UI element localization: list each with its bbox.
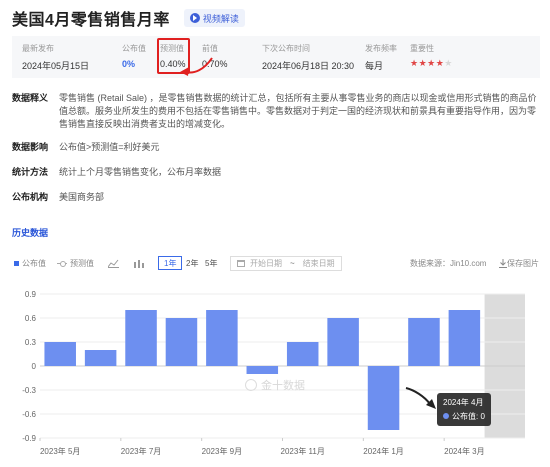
calendar-icon (237, 259, 245, 267)
legend-forecast[interactable]: 预测值 (57, 255, 94, 271)
chart-tooltip: 2024年 4月 公布值: 0 (437, 393, 491, 426)
end-date-field[interactable]: 结束日期 (303, 258, 335, 269)
legend-forecast-label: 预测值 (70, 258, 94, 268)
bar-chart-toggle[interactable] (132, 255, 145, 271)
section-label: 数据影响 (12, 142, 49, 152)
x-tick-label: 2023年 7月 (121, 446, 161, 456)
y-tick-label: 0.3 (25, 338, 37, 347)
video-label: 视频解读 (202, 13, 239, 24)
save-image-label: 保存图片 (507, 258, 539, 268)
retail-sales-chart: 0.9 0.6 0.3 0 -0.3 -0.6 -0.9 2023年 5月 2023年 7月 20… (22, 290, 525, 456)
legend-actual-label: 公布值 (22, 258, 46, 268)
history-data-link[interactable]: 历史数据 (12, 226, 48, 239)
tooltip-row: 公布值: 0 (443, 411, 485, 422)
info-value: 2024年06月18日 20:30 (262, 61, 355, 71)
watermark-logo-icon (245, 379, 257, 391)
bar[interactable] (448, 310, 481, 366)
info-label: 最新发布 (22, 44, 54, 53)
video-interpretation-button[interactable]: 视频解读 (183, 9, 245, 27)
y-tick-label: 0.9 (25, 290, 37, 299)
bar[interactable] (408, 318, 440, 366)
data-source-label: 数据来源：Jin10.com (410, 258, 487, 268)
range-5y-button[interactable]: 5年 (200, 256, 222, 270)
bar[interactable] (367, 366, 400, 430)
bar[interactable] (286, 342, 319, 366)
y-tick-label: -0.9 (22, 434, 36, 443)
x-tick-label: 2023年 11月 (281, 446, 325, 456)
section-label: 统计方法 (12, 167, 49, 177)
start-date-field[interactable]: 开始日期 (250, 258, 282, 269)
tooltip-value: 公布值: 0 (452, 412, 485, 421)
bar[interactable] (44, 342, 76, 366)
info-bar: 最新发布 2024年05月15日 公布值 0% 预测值 0.40% 前值 0.7… (12, 36, 540, 78)
x-tick-label: 2024年 1月 (363, 446, 403, 456)
line-chart-icon (107, 257, 120, 269)
red-arrow-icon (180, 57, 213, 76)
section-text: 美国商务部 (59, 192, 105, 202)
line-chart-toggle[interactable] (107, 255, 120, 271)
info-label: 公布值 (122, 44, 146, 53)
info-value: 0% (122, 59, 136, 69)
range-1y-button[interactable]: 1年 (158, 256, 183, 270)
x-tick-label: 2023年 9月 (202, 446, 242, 456)
download-icon (498, 257, 507, 269)
section-text: 零售销售 (Retail Sale) ，是零售销售数据的统计汇总，包括所有主要从… (59, 93, 537, 129)
info-label: 下次公布时间 (262, 44, 310, 53)
play-icon (189, 13, 200, 23)
section-label: 数据释义 (12, 93, 49, 103)
section-text: 统计上个月零售销售变化，公布月率数据 (59, 167, 222, 177)
bar[interactable] (327, 318, 359, 366)
save-image-button[interactable]: 保存图片 (498, 255, 539, 271)
bar[interactable] (165, 318, 198, 366)
bar[interactable] (84, 350, 117, 366)
y-tick-label: -0.3 (22, 386, 36, 395)
star-on-icons: ★★★★ (410, 58, 445, 68)
black-arrow-icon (405, 387, 436, 409)
legend-square-icon (14, 260, 19, 266)
bar[interactable] (206, 310, 238, 366)
page-title: 美国4月零售销售月率 (12, 12, 170, 29)
watermark: 金十数据 (245, 377, 305, 393)
info-value: 2024年05月15日 (22, 61, 90, 71)
bar[interactable] (125, 310, 157, 366)
info-label: 重要性 (410, 44, 434, 53)
tooltip-date: 2024年 4月 (443, 398, 484, 407)
date-separator: ~ (290, 258, 295, 268)
legend-line-icon (57, 260, 67, 267)
info-value: 每月 (365, 61, 384, 71)
x-tick-label: 2023年 5月 (40, 446, 80, 456)
bar[interactable] (246, 366, 279, 374)
page-header: 美国4月零售销售月率 视频解读 (12, 8, 245, 29)
info-label: 发布频率 (365, 44, 397, 53)
watermark-text: 金十数据 (261, 380, 305, 392)
tooltip-dot-icon (443, 413, 449, 419)
x-tick-label: 2024年 3月 (444, 446, 484, 456)
y-tick-label: -0.6 (22, 410, 36, 419)
chart-toolbar: 公布值 预测值 1年 2年 5年 开始日期 ~ 结束日期 数据来源：Jin10.… (12, 255, 540, 271)
date-range-picker[interactable]: 开始日期 ~ 结束日期 (230, 255, 342, 271)
y-tick-label: 0.6 (25, 314, 37, 323)
importance-stars: ★★★★★ (410, 58, 453, 69)
bar-chart-icon (132, 257, 145, 269)
star-off-icon: ★ (444, 58, 453, 68)
section-text: 公布值>预测值=利好美元 (59, 142, 160, 152)
legend-actual[interactable]: 公布值 (14, 255, 46, 271)
y-tick-label: 0 (32, 362, 37, 371)
section-label: 公布机构 (12, 192, 49, 202)
